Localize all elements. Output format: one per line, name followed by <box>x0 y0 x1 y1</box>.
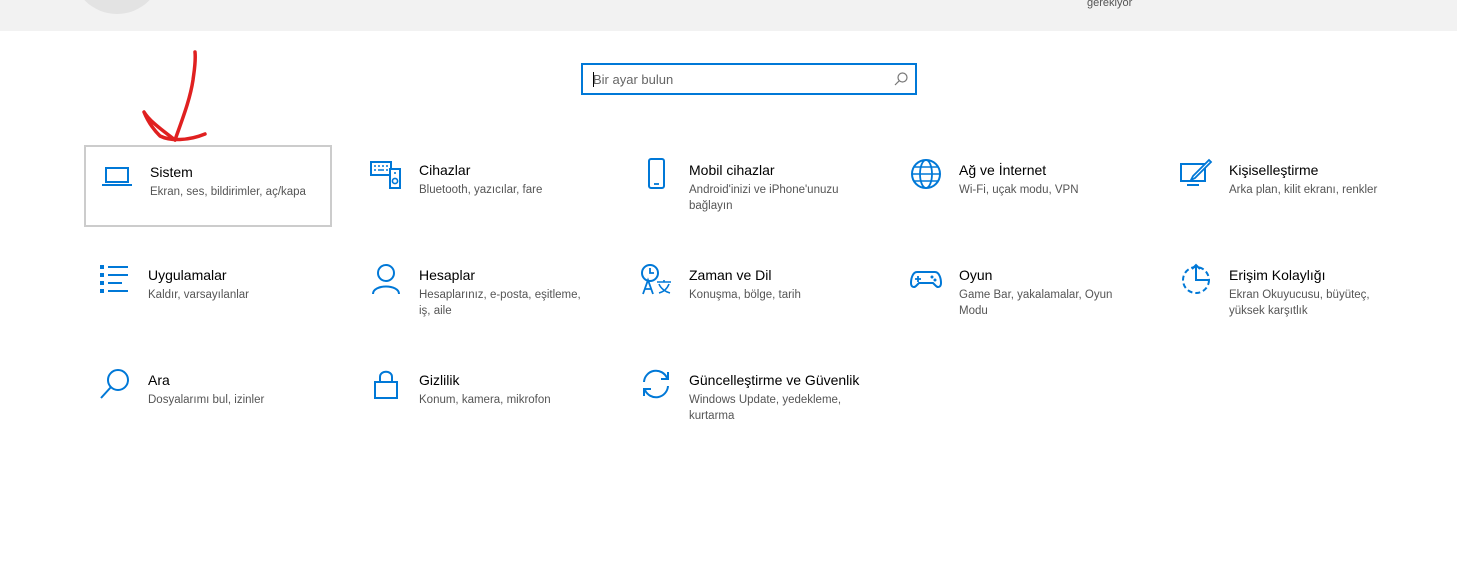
tile-title: Gizlilik <box>419 372 460 388</box>
tile-description: Hesaplarınız, e-posta, eşitleme, iş, ail… <box>419 289 581 317</box>
tile-title: Kişiselleştirme <box>1229 162 1319 178</box>
tile-description: Arka plan, kilit ekranı, renkler <box>1229 184 1378 196</box>
top-note: gerekiyor <box>1087 0 1133 9</box>
tile-title: Ağ ve İnternet <box>959 162 1047 178</box>
search-icon <box>98 367 132 401</box>
gamepad-icon <box>909 262 943 296</box>
tile-cihazlar[interactable]: Cihazlar Bluetooth, yazıcılar, fare <box>355 145 603 227</box>
tile-title: Güncelleştirme ve Güvenlik <box>689 372 860 388</box>
tile-title: Hesaplar <box>419 267 476 283</box>
tile-kisisellestirme[interactable]: Kişiselleştirme Arka plan, kilit ekranı,… <box>1165 145 1413 227</box>
tile-title: Cihazlar <box>419 162 471 178</box>
tile-title: Zaman ve Dil <box>689 267 772 283</box>
person-icon <box>369 262 403 296</box>
laptop-icon <box>100 159 134 193</box>
tile-title: Ara <box>148 372 170 388</box>
personalization-icon <box>1179 157 1213 191</box>
tile-description: Android'inizi ve iPhone'unuzu bağlayın <box>689 184 839 212</box>
search-input[interactable] <box>583 65 893 93</box>
tile-description: Game Bar, yakalamalar, Oyun Modu <box>959 289 1113 317</box>
tile-title: Erişim Kolaylığı <box>1229 267 1326 283</box>
tile-description: Wi-Fi, uçak modu, VPN <box>959 184 1079 196</box>
top-bar: gerekiyor <box>0 0 1457 31</box>
tile-description: Ekran Okuyucusu, büyüteç, yüksek karşıtl… <box>1229 289 1370 317</box>
tile-description: Ekran, ses, bildirimler, aç/kapa <box>150 186 306 198</box>
tile-guncellestirme-ve-guvenlik[interactable]: Güncelleştirme ve Güvenlik Windows Updat… <box>625 355 873 437</box>
devices-icon <box>369 157 403 191</box>
avatar[interactable] <box>72 0 162 14</box>
tile-title: Oyun <box>959 267 993 283</box>
globe-icon <box>909 157 943 191</box>
tile-erisim-kolayligi[interactable]: Erişim Kolaylığı Ekran Okuyucusu, büyüte… <box>1165 250 1413 332</box>
update-icon <box>639 367 673 401</box>
text-caret <box>593 72 594 87</box>
tile-zaman-ve-dil[interactable]: Zaman ve Dil Konuşma, bölge, tarih <box>625 250 873 332</box>
tile-title: Mobil cihazlar <box>689 162 775 178</box>
tile-ara[interactable]: Ara Dosyalarımı bul, izinler <box>84 355 332 437</box>
tile-title: Sistem <box>150 164 193 180</box>
tile-description: Bluetooth, yazıcılar, fare <box>419 184 543 196</box>
tile-description: Dosyalarımı bul, izinler <box>148 394 265 406</box>
lock-icon <box>369 367 403 401</box>
search-box[interactable] <box>581 63 917 95</box>
tile-description: Konuşma, bölge, tarih <box>689 289 801 301</box>
tile-description: Windows Update, yedekleme, kurtarma <box>689 394 842 422</box>
search-icon[interactable] <box>893 71 909 87</box>
tile-title: Uygulamalar <box>148 267 227 283</box>
tile-description: Kaldır, varsayılanlar <box>148 289 249 301</box>
tile-ag-ve-internet[interactable]: Ağ ve İnternet Wi-Fi, uçak modu, VPN <box>895 145 1143 227</box>
tile-uygulamalar[interactable]: Uygulamalar Kaldır, varsayılanlar <box>84 250 332 332</box>
phone-icon <box>639 157 673 191</box>
tile-hesaplar[interactable]: Hesaplar Hesaplarınız, e-posta, eşitleme… <box>355 250 603 332</box>
time-language-icon <box>639 262 673 296</box>
tile-oyun[interactable]: Oyun Game Bar, yakalamalar, Oyun Modu <box>895 250 1143 332</box>
tile-mobil-cihazlar[interactable]: Mobil cihazlar Android'inizi ve iPhone'u… <box>625 145 873 227</box>
apps-icon <box>98 262 132 296</box>
tile-description: Konum, kamera, mikrofon <box>419 394 551 406</box>
tile-sistem[interactable]: Sistem Ekran, ses, bildirimler, aç/kapa <box>84 145 332 227</box>
accessibility-icon <box>1179 262 1213 296</box>
tile-gizlilik[interactable]: Gizlilik Konum, kamera, mikrofon <box>355 355 603 437</box>
